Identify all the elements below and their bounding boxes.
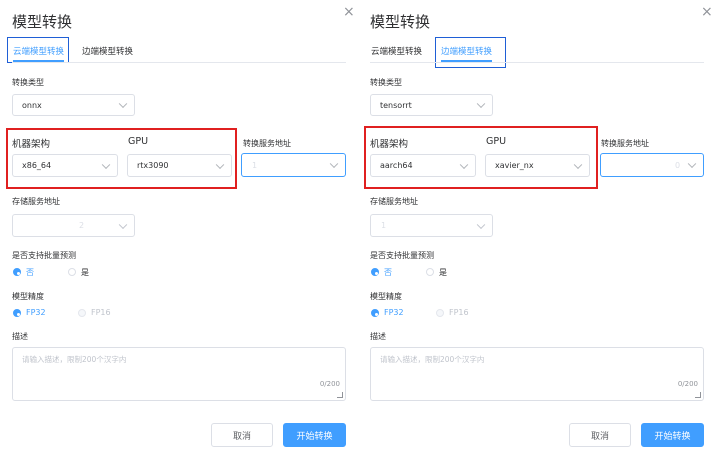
precision-label: 模型精度 xyxy=(370,292,402,301)
batch-yes-label[interactable]: 是 xyxy=(439,267,447,278)
convert-type-select[interactable]: tensorrt xyxy=(370,94,493,116)
storage-service-select[interactable]: 2 xyxy=(12,214,135,237)
batch-predict-label: 是否支持批量预测 xyxy=(370,251,434,260)
fp32-radio[interactable] xyxy=(371,309,379,317)
resize-grip-icon[interactable] xyxy=(337,392,343,398)
convert-service-select[interactable]: 0 xyxy=(600,153,704,177)
description-counter: 0/200 xyxy=(677,380,698,388)
batch-no-label[interactable]: 否 xyxy=(26,267,34,278)
gpu-label: GPU xyxy=(128,136,149,147)
convert-type-label: 转换类型 xyxy=(12,78,44,87)
storage-service-label: 存储服务地址 xyxy=(12,197,60,206)
machine-arch-select[interactable]: aarch64 xyxy=(370,154,476,177)
chevron-down-icon xyxy=(459,160,469,169)
cancel-button[interactable]: 取消 xyxy=(211,423,273,447)
machine-arch-label: 机器架构 xyxy=(370,139,409,150)
fp32-label[interactable]: FP32 xyxy=(384,308,404,317)
convert-service-label: 转换服务地址 xyxy=(601,139,649,148)
convert-service-value: 1 xyxy=(252,160,258,170)
machine-arch-label: 机器架构 xyxy=(12,139,51,150)
batch-predict-label: 是否支持批量预测 xyxy=(12,251,76,260)
batch-yes-radio[interactable] xyxy=(426,268,434,276)
edge-convert-dialog: 模型转换 × 云端模型转换 边端模型转换 转换类型 tensorrt 机器架构 … xyxy=(358,0,716,455)
description-textarea[interactable]: 请输入描述，限制200个汉字内 0/200 xyxy=(12,347,346,401)
fp32-radio[interactable] xyxy=(13,309,21,317)
chevron-down-icon xyxy=(687,159,697,169)
gpu-select[interactable]: xavier_nx xyxy=(485,154,590,177)
gpu-label: GPU xyxy=(486,136,507,147)
storage-service-label: 存储服务地址 xyxy=(370,197,418,206)
tab-cloud-convert[interactable]: 云端模型转换 xyxy=(371,45,422,57)
resize-grip-icon[interactable] xyxy=(695,392,701,398)
convert-type-select[interactable]: onnx xyxy=(12,94,135,116)
chevron-down-icon xyxy=(118,99,128,109)
description-label: 描述 xyxy=(12,332,28,341)
description-counter: 0/200 xyxy=(319,380,340,388)
start-convert-button[interactable]: 开始转换 xyxy=(283,423,346,447)
fp16-label: FP16 xyxy=(91,308,111,317)
fp16-radio xyxy=(78,309,86,317)
storage-service-select[interactable]: 1 xyxy=(370,214,493,237)
chevron-down-icon xyxy=(215,160,225,169)
tab-edge-convert[interactable]: 边端模型转换 xyxy=(82,45,133,57)
storage-service-value: 2 xyxy=(79,221,85,230)
description-textarea[interactable]: 请输入描述，限制200个汉字内 0/200 xyxy=(370,347,704,401)
dialog-title: 模型转换 xyxy=(12,13,73,31)
description-placeholder: 请输入描述，限制200个汉字内 xyxy=(380,355,485,364)
precision-label: 模型精度 xyxy=(12,292,44,301)
batch-yes-radio[interactable] xyxy=(68,268,76,276)
gpu-value: rtx3090 xyxy=(137,161,169,170)
close-icon[interactable]: × xyxy=(701,4,713,20)
close-icon[interactable]: × xyxy=(343,4,355,20)
storage-service-value: 1 xyxy=(381,221,387,230)
dialog-title: 模型转换 xyxy=(370,13,431,31)
convert-type-label: 转换类型 xyxy=(370,78,402,87)
gpu-value: xavier_nx xyxy=(495,161,534,170)
machine-arch-value: x86_64 xyxy=(22,161,52,170)
fp32-label[interactable]: FP32 xyxy=(26,308,46,317)
chevron-down-icon xyxy=(118,220,128,229)
convert-service-value: 0 xyxy=(675,160,681,170)
gpu-select[interactable]: rtx3090 xyxy=(127,154,232,177)
chevron-down-icon xyxy=(476,220,486,229)
tab-edge-convert[interactable]: 边端模型转换 xyxy=(441,45,492,57)
convert-type-value: onnx xyxy=(22,100,42,110)
tabs-divider xyxy=(370,62,704,63)
tab-cloud-convert[interactable]: 云端模型转换 xyxy=(13,45,64,57)
convert-type-value: tensorrt xyxy=(380,100,412,110)
description-label: 描述 xyxy=(370,332,386,341)
cancel-button[interactable]: 取消 xyxy=(569,423,631,447)
chevron-down-icon xyxy=(573,160,583,169)
convert-service-label: 转换服务地址 xyxy=(243,139,291,148)
batch-no-radio[interactable] xyxy=(371,268,379,276)
fp16-radio xyxy=(436,309,444,317)
chevron-down-icon xyxy=(101,160,111,169)
description-placeholder: 请输入描述，限制200个汉字内 xyxy=(22,355,127,364)
cloud-convert-dialog: 模型转换 × 云端模型转换 边端模型转换 转换类型 onnx 机器架构 GPU … xyxy=(0,0,358,455)
convert-service-select[interactable]: 1 xyxy=(241,153,346,177)
chevron-down-icon xyxy=(329,159,339,169)
machine-arch-value: aarch64 xyxy=(380,161,413,170)
fp16-label: FP16 xyxy=(449,308,469,317)
batch-no-label[interactable]: 否 xyxy=(384,267,392,278)
batch-yes-label[interactable]: 是 xyxy=(81,267,89,278)
batch-no-radio[interactable] xyxy=(13,268,21,276)
tabs-divider xyxy=(12,62,346,63)
machine-arch-select[interactable]: x86_64 xyxy=(12,154,118,177)
start-convert-button[interactable]: 开始转换 xyxy=(641,423,704,447)
chevron-down-icon xyxy=(476,99,486,109)
